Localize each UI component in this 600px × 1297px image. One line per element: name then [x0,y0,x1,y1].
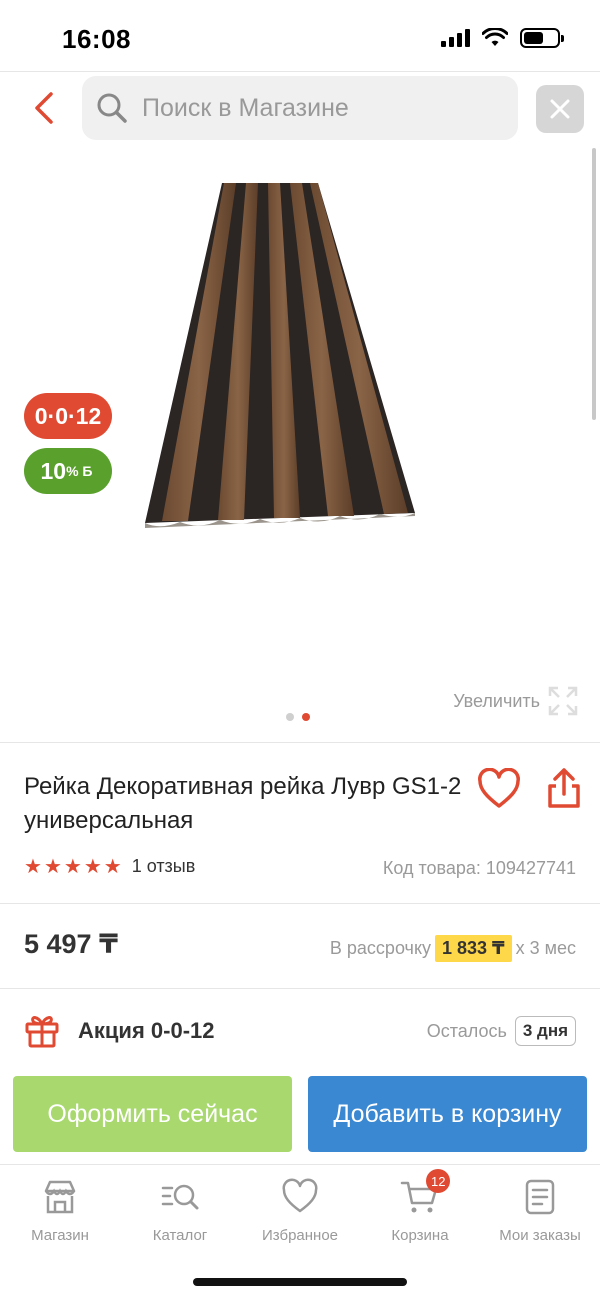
cellular-signal-icon [441,29,470,47]
price-section: 5 497 ₸ В рассрочку 1 833 ₸ х 3 мес [0,905,600,989]
status-bar: 16:08 [0,0,600,72]
tab-cart[interactable]: 12 Корзина [360,1169,480,1244]
pagination-dot[interactable] [286,713,294,721]
star-icon: ★ [24,855,42,878]
close-icon [550,99,570,119]
installment-amount: 1 833 ₸ [435,935,512,962]
zoom-label: Увеличить [453,690,540,711]
share-button[interactable] [544,766,584,810]
product-title: Рейка Декоративная рейка Лувр GS1-2 унив… [24,773,462,834]
promo-label: Акция 0-0-12 [78,1018,215,1043]
tab-catalog[interactable]: Каталог [120,1177,240,1244]
installment-suffix: х 3 мес [515,938,576,958]
expand-icon [548,686,578,716]
cart-count-badge: 12 [426,1169,451,1193]
tab-label: Мои заказы [499,1227,581,1244]
installment-badge: 0·0·12 [24,393,112,439]
status-time: 16:08 [62,24,131,54]
chevron-left-icon [35,92,53,124]
remaining-prefix: Осталось [426,1020,507,1041]
product-price: 5 497 ₸ [24,929,118,959]
back-button[interactable] [26,88,62,128]
tab-orders[interactable]: Мои заказы [480,1177,600,1244]
store-icon [44,1180,76,1214]
search-icon [97,93,127,123]
add-to-cart-button[interactable]: Добавить в корзину [308,1076,587,1152]
catalog-search-icon [161,1184,199,1210]
orders-icon [525,1179,555,1215]
tab-label: Избранное [261,1227,339,1244]
remaining-days: 3 дня [514,1016,576,1046]
buy-now-button[interactable]: Оформить сейчас [13,1076,292,1152]
tab-favorites[interactable]: Избранное [240,1177,360,1244]
scrollbar [592,148,596,420]
star-icon: ★ [63,855,82,878]
star-icon: ★ [43,855,62,878]
search-box[interactable] [82,76,518,140]
bonus-badge: 10% Б [24,448,112,494]
zoom-button[interactable]: Увеличить [453,686,578,716]
star-icon: ★ [103,855,122,878]
tab-label: Корзина [391,1227,449,1244]
installment-prefix: В рассрочку [329,938,432,958]
action-buttons: Оформить сейчас Добавить в корзину [0,1075,600,1155]
search-input[interactable] [142,93,502,123]
product-image[interactable] [140,178,420,538]
cart-icon-wrapper: 12 [400,1169,451,1217]
status-icons [441,28,564,48]
promo-section[interactable]: Акция 0-0-12 Осталось 3 дня [0,990,600,1070]
heart-icon [478,767,520,808]
star-icon: ★ [83,855,102,878]
product-rating[interactable]: ★ ★ ★ ★ ★ 1 отзыв [24,856,195,877]
product-info: Рейка Декоративная рейка Лувр GS1-2 унив… [0,744,600,904]
share-icon [548,768,580,808]
installment-info[interactable]: В рассрочку 1 833 ₸ х 3 мес [330,935,576,962]
tab-store[interactable]: Магазин [0,1177,120,1244]
clear-search-button[interactable] [536,85,584,133]
product-sku: Код товара: 109427741 [382,858,576,878]
heart-icon [282,1178,318,1213]
product-gallery[interactable]: 0·0·12 10% Б Увеличить [0,148,600,743]
search-header [0,72,600,148]
pagination-dot-active[interactable] [302,713,310,721]
gift-icon [25,1016,59,1048]
bonus-suffix: % Б [66,463,93,479]
battery-icon [520,28,564,48]
wifi-icon [482,28,508,46]
home-indicator[interactable] [193,1278,407,1286]
tab-label: Магазин [31,1227,89,1244]
bonus-value: 10 [40,457,67,484]
gallery-pagination [286,713,310,721]
favorite-button[interactable] [476,767,522,810]
review-count-link[interactable]: 1 отзыв [132,856,196,877]
promo-remaining: Осталось 3 дня [427,1016,576,1046]
tab-label: Каталог [152,1227,208,1244]
